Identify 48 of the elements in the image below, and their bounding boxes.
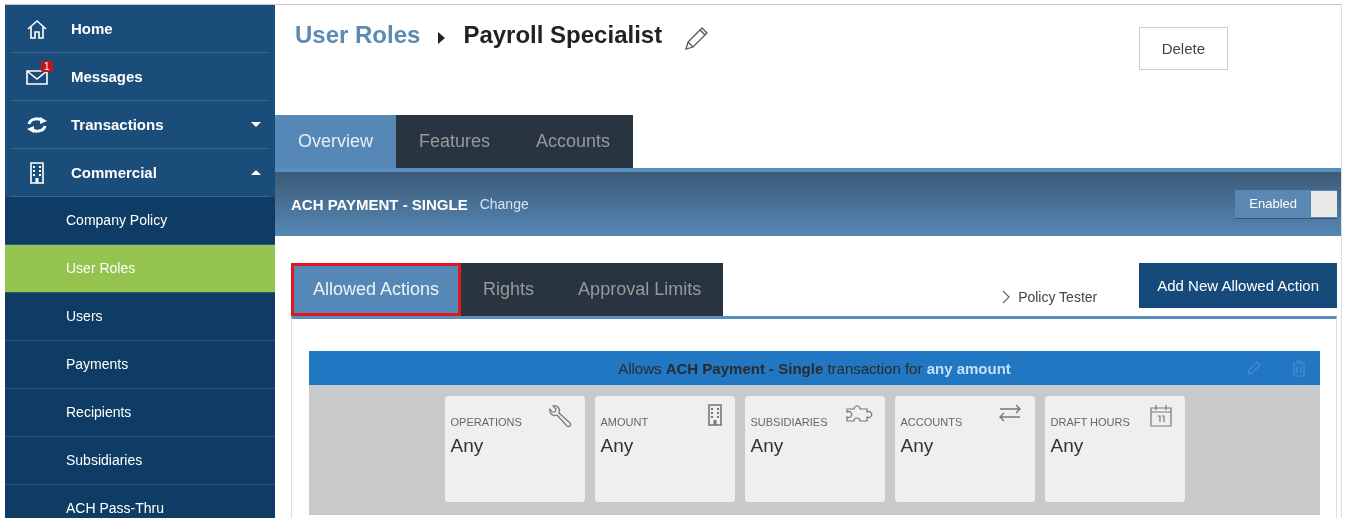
- wrench-icon: [546, 404, 573, 430]
- change-link[interactable]: Change: [479, 196, 529, 212]
- policy-tester-link[interactable]: Policy Tester: [1002, 288, 1098, 305]
- card-label: ACCOUNTS: [900, 416, 964, 428]
- enabled-toggle[interactable]: Enabled: [1235, 189, 1337, 219]
- nav-subitem[interactable]: Users: [5, 293, 275, 341]
- home-icon: [26, 17, 48, 40]
- nav-label: Transactions: [71, 116, 165, 133]
- card-label: SUBSIDIARIES: [750, 416, 829, 428]
- card-value: Any: [750, 435, 785, 457]
- card-value: Any: [600, 435, 635, 457]
- nav-item[interactable]: Transactions: [11, 101, 269, 149]
- nav-subitem[interactable]: ACH Pass-Thru: [5, 485, 275, 518]
- card-label: DRAFT HOURS: [1050, 416, 1131, 428]
- card-value: Any: [1050, 435, 1085, 457]
- envelope-icon: [26, 68, 48, 85]
- refresh-icon: [26, 114, 48, 135]
- tab[interactable]: Features: [396, 115, 514, 168]
- action-summary: Allows ACH Payment - Single transaction for any amount: [618, 359, 1011, 377]
- nav-subitem[interactable]: Subsidiaries: [5, 437, 275, 485]
- nav-item[interactable]: 1 Messages: [11, 53, 269, 101]
- card-value: Any: [900, 435, 935, 457]
- building-icon: [706, 404, 723, 426]
- trash-icon[interactable]: [1292, 359, 1306, 377]
- add-action-button[interactable]: Add New Allowed Action: [1139, 263, 1337, 308]
- nav-label: Commercial: [71, 164, 158, 181]
- tab[interactable]: Accounts: [513, 115, 634, 168]
- puzzle-icon: [844, 404, 873, 424]
- nav-label: Messages: [71, 68, 144, 85]
- card-label: AMOUNT: [600, 416, 650, 428]
- delete-button[interactable]: Delete: [1138, 27, 1228, 70]
- unread-badge: 1: [41, 60, 53, 72]
- breadcrumb-arrow-icon: [438, 32, 446, 44]
- nav-label: Home: [71, 20, 114, 37]
- card-label: OPERATIONS: [450, 416, 523, 428]
- building-icon: [29, 161, 45, 184]
- tab[interactable]: Approval Limits: [556, 263, 724, 316]
- chevron-icon: [1002, 289, 1011, 304]
- feature-title: ACH PAYMENT - SINGLE: [291, 195, 468, 213]
- tab[interactable]: Rights: [461, 263, 557, 316]
- nav-subitem[interactable]: Recipients: [5, 389, 275, 437]
- breadcrumb-link[interactable]: User Roles: [295, 21, 421, 49]
- nav-subitem[interactable]: Company Policy: [5, 197, 275, 245]
- nav-item[interactable]: Home: [11, 5, 269, 53]
- page-title: Payroll Specialist: [463, 21, 663, 49]
- card-value: Any: [450, 435, 485, 457]
- calendar-icon: [1148, 404, 1173, 428]
- nav-subitem[interactable]: Payments: [5, 341, 275, 389]
